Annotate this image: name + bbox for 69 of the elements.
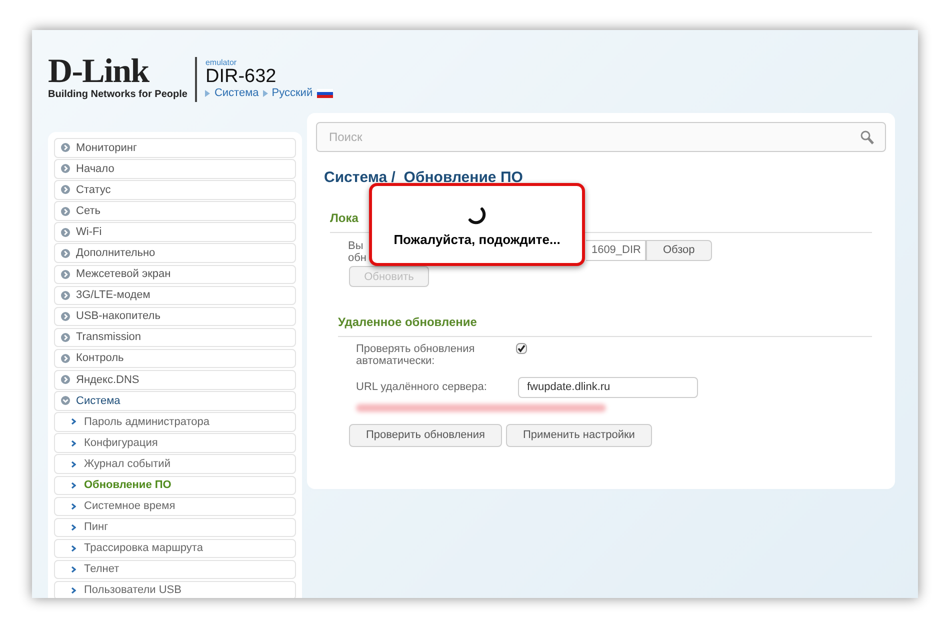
chevron-icon bbox=[71, 566, 76, 574]
field-label: URL удалённого сервера: bbox=[356, 380, 488, 395]
field-label: обн bbox=[348, 252, 368, 264]
chevron-icon bbox=[71, 524, 76, 531]
breadcrumb-link[interactable]: Русский bbox=[272, 88, 313, 99]
submenu-item[interactable]: Пользователи USB bbox=[54, 580, 296, 598]
circle-arrow-icon bbox=[61, 206, 70, 216]
menu-item[interactable]: Мониторинг bbox=[54, 138, 296, 158]
menu-item[interactable]: Статус bbox=[54, 180, 296, 200]
submenu-item[interactable]: Системное время bbox=[54, 496, 296, 516]
chevron-icon bbox=[71, 418, 76, 426]
chevron-icon bbox=[71, 587, 76, 594]
checkbox[interactable] bbox=[516, 342, 527, 354]
loading-message: Пожалуйста, подождите... bbox=[394, 231, 560, 249]
page-title: Система / Обновление ПО bbox=[324, 168, 523, 188]
chevron-icon bbox=[71, 502, 76, 510]
submenu-item[interactable]: Пароль администратора bbox=[54, 412, 296, 432]
menu-item[interactable]: 3G/LTE-модем bbox=[54, 286, 296, 306]
submenu-item[interactable]: Обновление ПО bbox=[54, 476, 296, 495]
chevron-icon bbox=[71, 545, 76, 552]
logo: D-Link bbox=[48, 56, 150, 86]
tagline: Building Networks for People bbox=[48, 88, 188, 102]
circle-arrow-icon bbox=[61, 354, 70, 364]
triangle-icon bbox=[205, 90, 210, 97]
circle-arrow-icon bbox=[61, 375, 70, 384]
menu-item[interactable]: Межсетевой экран bbox=[54, 264, 296, 284]
menu-item[interactable]: Transmission bbox=[54, 328, 296, 348]
menu-item[interactable]: Сеть bbox=[54, 201, 296, 221]
circle-arrow-icon bbox=[61, 248, 70, 258]
circle-arrow-icon bbox=[61, 228, 70, 237]
browse-button[interactable]: Обзор bbox=[646, 240, 712, 260]
search-icon bbox=[860, 130, 874, 145]
submenu-item[interactable]: Телнет bbox=[54, 560, 296, 580]
submenu-item[interactable]: Пинг bbox=[54, 518, 296, 538]
breadcrumb-link[interactable]: Система bbox=[214, 88, 259, 99]
field-label: Вы bbox=[348, 240, 364, 252]
section-title: Лока bbox=[330, 210, 358, 224]
menu-item[interactable]: Wi-Fi bbox=[54, 222, 296, 242]
circle-arrow-icon bbox=[61, 312, 70, 321]
menu-item[interactable]: Начало bbox=[54, 159, 296, 179]
action-button[interactable]: Проверить обновления bbox=[349, 424, 502, 446]
url-field[interactable]: fwupdate.dlink.ru bbox=[518, 376, 698, 398]
circle-arrow-icon bbox=[61, 164, 70, 174]
subtitle: emulator bbox=[205, 59, 238, 67]
submenu-item[interactable]: Конфигурация bbox=[54, 433, 296, 453]
circle-arrow-icon bbox=[61, 143, 70, 152]
field-label: Проверять обновления автоматически: bbox=[356, 342, 476, 366]
section-title: Удаленное обновление bbox=[338, 314, 477, 328]
menu-item[interactable]: Яндекс.DNS bbox=[54, 370, 296, 390]
circle-arrow-icon bbox=[61, 185, 70, 194]
flag-icon bbox=[316, 89, 333, 98]
chevron-icon bbox=[71, 460, 76, 468]
submenu-item[interactable]: Трассировка маршрута bbox=[54, 538, 296, 558]
chevron-icon bbox=[71, 482, 76, 489]
circle-arrow-icon bbox=[61, 396, 70, 406]
menu-item[interactable]: Контроль bbox=[54, 348, 296, 368]
circle-arrow-icon bbox=[61, 270, 70, 279]
action-button[interactable]: Применить настройки bbox=[506, 424, 652, 446]
menu-item[interactable]: Дополнительно bbox=[54, 243, 296, 263]
chevron-icon bbox=[71, 440, 76, 447]
model-name: DIR-632 bbox=[205, 67, 278, 86]
menu-item[interactable]: Система bbox=[54, 391, 296, 411]
search-field[interactable]: Поиск bbox=[316, 122, 886, 152]
triangle-icon bbox=[262, 90, 268, 97]
circle-arrow-icon bbox=[61, 333, 70, 342]
menu-item[interactable]: USB-накопитель bbox=[54, 306, 296, 326]
circle-arrow-icon bbox=[61, 290, 70, 300]
spinner-icon bbox=[467, 206, 487, 226]
submenu-item[interactable]: Журнал событий bbox=[54, 454, 296, 474]
